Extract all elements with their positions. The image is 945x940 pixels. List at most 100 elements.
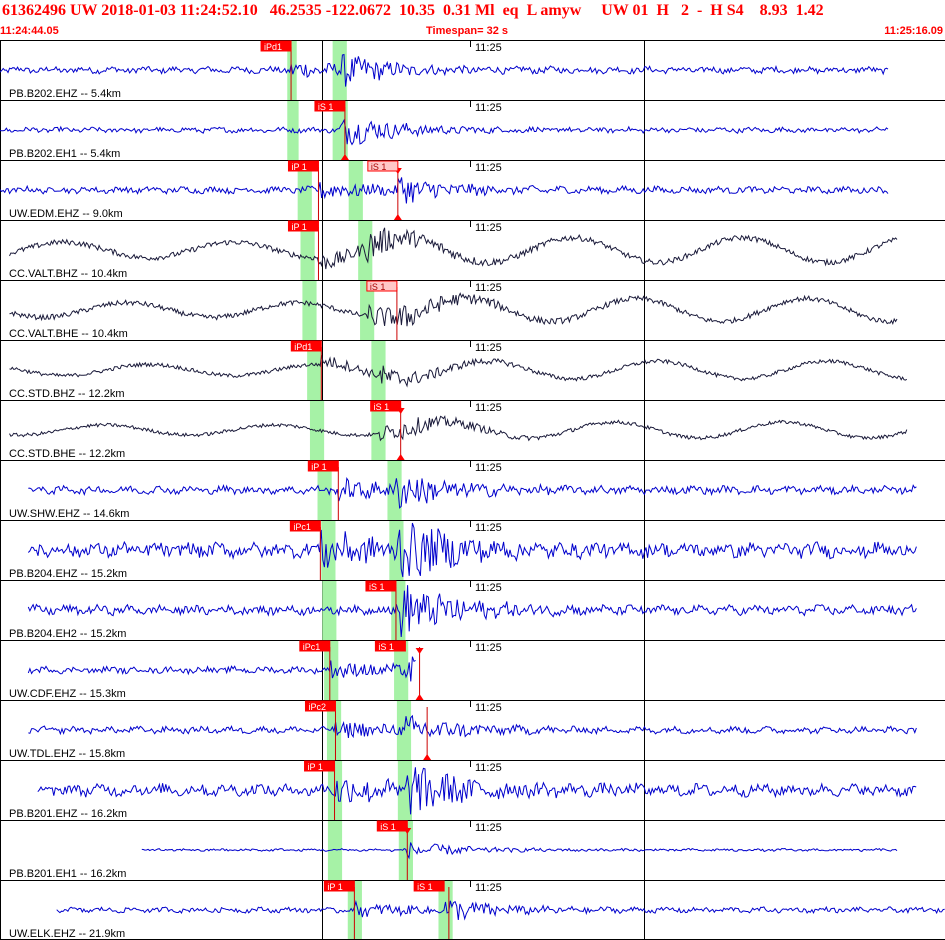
- trace-row[interactable]: 11:25 iS 1 PB.B201.EH1 -- 16.2km: [0, 820, 945, 880]
- station-label: UW.CDF.EHZ -- 15.3km: [9, 688, 126, 700]
- phase-pick-label: iP 1: [311, 462, 326, 472]
- trace-row[interactable]: 11:25 iP 1 UW.SHW.EHZ -- 14.6km: [0, 460, 945, 520]
- minute-label: 11:25: [475, 462, 502, 474]
- trace-row[interactable]: 11:25 iPd1 CC.STD.BHZ -- 12.2km: [0, 340, 945, 400]
- phase-pick[interactable]: iP 1: [287, 160, 319, 172]
- phase-pick-label: iPc1: [303, 642, 321, 652]
- phase-pick[interactable]: iS 1: [365, 580, 397, 592]
- pick-arrow-up-icon: [415, 694, 424, 700]
- trace-row[interactable]: 11:25 iPd1 PB.B202.EHZ -- 5.4km: [0, 40, 945, 100]
- pick-arrow-up-icon: [423, 754, 432, 760]
- phase-pick-label: iS 1: [380, 822, 396, 832]
- waveform-trace: [0, 118, 889, 146]
- phase-pick[interactable]: iS 1: [374, 640, 406, 652]
- waveform-trace: [27, 522, 917, 578]
- minute-label: 11:25: [475, 282, 502, 294]
- phase-pick-label: iP 1: [327, 882, 342, 892]
- phase-pick-label: iPd1: [264, 42, 282, 52]
- trace-row[interactable]: 11:25 iP 1 iS 1 UW.EDM.EHZ -- 9.0km: [0, 160, 945, 220]
- pick-window-band: [397, 760, 413, 820]
- waveform-trace: [28, 714, 917, 739]
- station-label: CC.STD.BHE -- 12.2km: [9, 448, 125, 460]
- phase-pick[interactable]: iP 1: [304, 760, 336, 772]
- phase-pick[interactable]: iS 1: [376, 820, 408, 832]
- station-label: PB.B202.EHZ -- 5.4km: [9, 88, 121, 100]
- trace-row[interactable]: 11:25 iP 1 CC.VALT.BHZ -- 10.4km: [0, 220, 945, 280]
- station-label: PB.B201.EHZ -- 16.2km: [9, 808, 127, 820]
- phase-pick[interactable]: iPc1: [299, 640, 331, 652]
- station-label: CC.VALT.BHE -- 10.4km: [9, 328, 128, 340]
- minute-label: 11:25: [475, 42, 502, 54]
- minute-label: 11:25: [475, 582, 502, 594]
- timespan-label: Timespan= 32 s: [426, 25, 509, 37]
- station-label: UW.TDL.EHZ -- 15.8km: [9, 748, 125, 760]
- waveform-trace: [37, 767, 917, 815]
- minute-label: 11:25: [475, 882, 502, 894]
- phase-pick-label: iS 1: [378, 642, 394, 652]
- phase-pick[interactable]: iS 1: [367, 160, 399, 172]
- waveform-trace: [0, 53, 889, 87]
- trace-row[interactable]: 11:25 iS 1 CC.VALT.BHE -- 10.4km: [0, 280, 945, 340]
- minute-label: 11:25: [475, 222, 502, 234]
- station-label: UW.ELK.EHZ -- 21.9km: [9, 928, 125, 940]
- pick-arrow-up-icon: [393, 214, 402, 220]
- seismogram-panel[interactable]: 11:25 iPd1 PB.B202.EHZ -- 5.4km 11:25 iS 1 PB…: [0, 40, 945, 940]
- minute-label: 11:25: [475, 342, 502, 354]
- phase-pick[interactable]: iS 1: [413, 880, 445, 892]
- waveform-trace: [9, 227, 898, 270]
- trace-row[interactable]: 11:25 iPc1 PB.B204.EHZ -- 15.2km: [0, 520, 945, 580]
- phase-pick[interactable]: iS 1: [366, 280, 398, 292]
- trace-row[interactable]: 11:25 iS 1 PB.B204.EH2 -- 15.2km: [0, 580, 945, 640]
- phase-pick[interactable]: iP 1: [323, 880, 355, 892]
- phase-pick[interactable]: iPc1: [289, 520, 321, 532]
- phase-pick[interactable]: iP 1: [287, 220, 319, 232]
- phase-pick-label: iPc1: [293, 522, 311, 532]
- minute-label: 11:25: [475, 642, 502, 654]
- pick-arrow-down-icon: [415, 648, 424, 654]
- phase-pick-label: iP 1: [308, 762, 323, 772]
- phase-pick-label: iS 1: [374, 402, 390, 412]
- minute-label: 11:25: [475, 162, 502, 174]
- trace-row[interactable]: 11:25 iPc1 iS 1 UW.CDF.EHZ -- 15.3km: [0, 640, 945, 700]
- minute-label: 11:25: [475, 102, 502, 114]
- start-time: 11:24:44.05: [0, 25, 59, 37]
- phase-pick-label: iP 1: [291, 162, 306, 172]
- phase-pick-label: iP 1: [291, 222, 306, 232]
- phase-pick[interactable]: iPd1: [260, 40, 292, 52]
- pick-window-band: [371, 340, 386, 400]
- station-label: UW.SHW.EHZ -- 14.6km: [9, 508, 129, 520]
- phase-pick[interactable]: iP 1: [307, 460, 339, 472]
- waveform-trace: [9, 355, 908, 388]
- minute-label: 11:25: [475, 762, 502, 774]
- phase-pick-label: iPc2: [308, 702, 326, 712]
- station-label: PB.B201.EH1 -- 16.2km: [9, 868, 126, 880]
- station-label: PB.B204.EHZ -- 15.2km: [9, 568, 127, 580]
- minute-label: 11:25: [475, 822, 502, 834]
- phase-pick[interactable]: iPd1: [290, 340, 322, 352]
- waveform-trace: [9, 415, 908, 442]
- trace-row[interactable]: 11:25 iP 1 PB.B201.EHZ -- 16.2km: [0, 760, 945, 820]
- phase-pick[interactable]: iS 1: [370, 400, 402, 412]
- station-label: UW.EDM.EHZ -- 9.0km: [9, 208, 123, 220]
- trace-row[interactable]: 11:25 iP 1 iS 1 UW.ELK.EHZ -- 21.9km: [0, 880, 945, 940]
- trace-row[interactable]: 11:25 iS 1 PB.B202.EH1 -- 5.4km: [0, 100, 945, 160]
- phase-pick[interactable]: iPc2: [304, 700, 336, 712]
- event-header: 61362496 UW 2018-01-03 11:24:52.10 46.25…: [0, 0, 945, 40]
- waveform-trace: [27, 585, 917, 638]
- trace-row[interactable]: 11:25 iPc2 UW.TDL.EHZ -- 15.8km: [0, 700, 945, 760]
- waveform-trace: [0, 177, 889, 204]
- waveform-trace: [9, 292, 898, 327]
- trace-row[interactable]: 11:25 iS 1 CC.STD.BHE -- 12.2km: [0, 400, 945, 460]
- phase-pick-label: iS 1: [371, 162, 387, 172]
- phase-pick-label: iS 1: [318, 102, 334, 112]
- waveform-trace: [28, 476, 917, 509]
- phase-pick-label: iS 1: [417, 882, 433, 892]
- phase-pick[interactable]: iS 1: [314, 100, 346, 112]
- waveform-trace: [141, 842, 898, 860]
- pick-window-band: [302, 280, 317, 340]
- station-label: PB.B204.EH2 -- 15.2km: [9, 628, 126, 640]
- pick-arrow-up-icon: [396, 454, 405, 460]
- phase-pick-label: iS 1: [370, 282, 386, 292]
- phase-pick-label: iPd1: [294, 342, 312, 352]
- phase-pick-label: iS 1: [369, 582, 385, 592]
